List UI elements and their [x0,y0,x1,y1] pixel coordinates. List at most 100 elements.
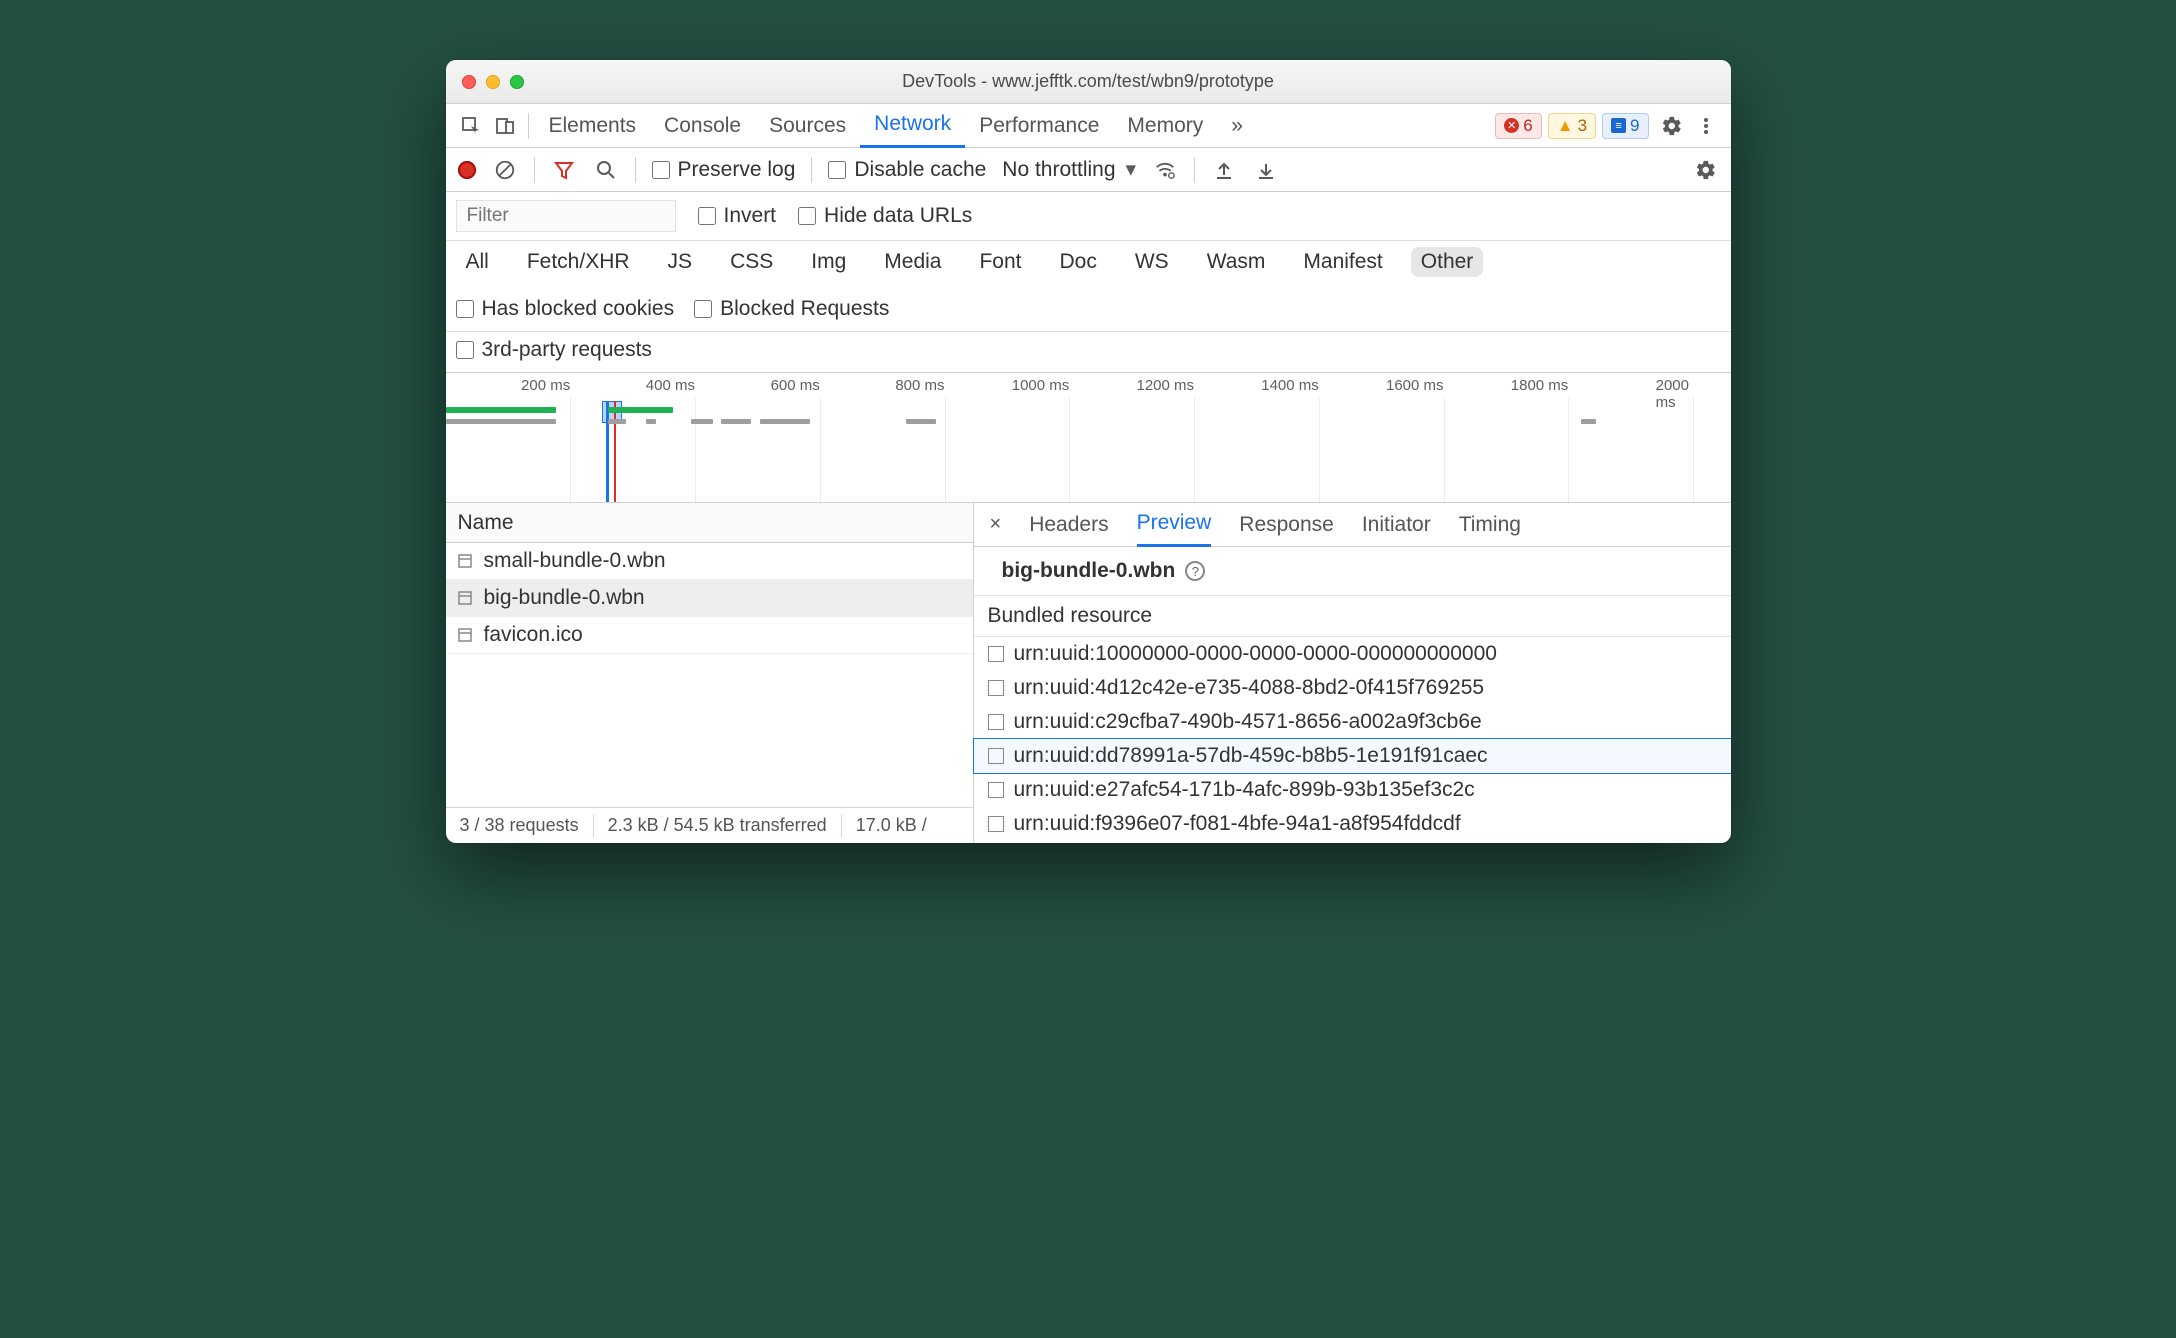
message-icon: ≡ [1611,118,1626,133]
device-toolbar-icon[interactable] [488,116,522,136]
document-icon [988,680,1004,696]
minimize-window-button[interactable] [486,75,500,89]
titlebar: DevTools - www.jefftk.com/test/wbn9/prot… [446,60,1731,104]
detail-tab-headers[interactable]: Headers [1029,503,1108,547]
document-icon [988,714,1004,730]
timeline-tick: 200 ms [521,377,570,394]
document-icon [456,552,474,570]
filter-row: Invert Hide data URLs [446,192,1731,241]
type-chip-img[interactable]: Img [801,247,856,277]
close-detail-icon[interactable]: × [984,513,1008,536]
tab-network[interactable]: Network [860,104,965,148]
warning-icon: ▲ [1557,116,1574,136]
type-chip-ws[interactable]: WS [1125,247,1179,277]
type-chip-font[interactable]: Font [969,247,1031,277]
settings-gear-icon[interactable] [1655,115,1689,137]
type-chip-other[interactable]: Other [1411,247,1484,277]
third-party-checkbox[interactable]: 3rd-party requests [456,338,1721,362]
type-chip-all[interactable]: All [456,247,499,277]
network-toolbar: Preserve log Disable cache No throttling… [446,148,1731,192]
timeline-tick: 1400 ms [1261,377,1319,394]
messages-badge[interactable]: ≡9 [1602,113,1648,139]
section-heading: Bundled resource [974,596,1731,636]
type-filter-row: All Fetch/XHR JS CSS Img Media Font Doc WS Wasm Ma… [446,241,1731,332]
name-column-header[interactable]: Name [446,503,973,543]
has-blocked-cookies-checkbox[interactable]: Has blocked cookies [456,297,675,321]
type-chip-wasm[interactable]: Wasm [1197,247,1276,277]
help-icon[interactable]: ? [1185,561,1205,581]
bundled-resource-item[interactable]: urn:uuid:4d12c42e-e735-4088-8bd2-0f415f7… [974,671,1731,705]
tab-performance[interactable]: Performance [965,104,1113,148]
network-conditions-wifi-icon[interactable] [1152,159,1178,181]
tab-more[interactable]: » [1217,104,1257,148]
status-requests: 3 / 38 requests [446,815,593,836]
filter-input[interactable] [456,200,676,232]
preview-header: big-bundle-0.wbn ? [974,547,1731,596]
document-icon [988,646,1004,662]
detail-tab-preview[interactable]: Preview [1137,503,1212,547]
upload-har-icon[interactable] [1211,160,1237,180]
chevron-down-icon: ▾ [1126,157,1137,182]
record-button[interactable] [458,161,476,179]
type-chip-media[interactable]: Media [874,247,951,277]
preserve-log-checkbox[interactable]: Preserve log [652,158,796,182]
blocked-requests-checkbox[interactable]: Blocked Requests [694,297,889,321]
detail-tab-timing[interactable]: Timing [1459,503,1521,547]
document-icon [988,748,1004,764]
kebab-menu-icon[interactable] [1689,116,1723,136]
download-har-icon[interactable] [1253,160,1279,180]
timeline-tick: 1800 ms [1511,377,1569,394]
close-window-button[interactable] [462,75,476,89]
devtools-window: DevTools - www.jefftk.com/test/wbn9/prot… [446,60,1731,843]
invert-checkbox[interactable]: Invert [698,204,777,228]
hide-data-urls-checkbox[interactable]: Hide data URLs [798,204,972,228]
request-row[interactable]: big-bundle-0.wbn [446,580,973,617]
request-row[interactable]: favicon.ico [446,617,973,654]
tab-console[interactable]: Console [650,104,755,148]
status-bar: 3 / 38 requests 2.3 kB / 54.5 kB transfe… [446,807,973,843]
detail-tab-response[interactable]: Response [1239,503,1334,547]
errors-badge[interactable]: ✕6 [1495,113,1541,139]
detail-tabs: × Headers Preview Response Initiator Timing [974,503,1731,547]
bundled-resource-list: urn:uuid:10000000-0000-0000-0000-0000000… [974,636,1731,841]
search-icon[interactable] [593,160,619,180]
clear-icon[interactable] [492,159,518,181]
detail-tab-initiator[interactable]: Initiator [1362,503,1431,547]
tab-elements[interactable]: Elements [535,104,651,148]
throttling-select[interactable]: No throttling ▾ [1002,157,1136,182]
error-icon: ✕ [1504,118,1519,133]
type-chip-js[interactable]: JS [658,247,703,277]
document-icon [456,626,474,644]
bundled-resource-item[interactable]: urn:uuid:f9396e07-f081-4bfe-94a1-a8f954f… [974,807,1731,841]
content-split: Name small-bundle-0.wbnbig-bundle-0.wbnf… [446,503,1731,843]
timeline-tick: 400 ms [646,377,695,394]
type-chip-doc[interactable]: Doc [1050,247,1107,277]
bundled-resource-item[interactable]: urn:uuid:dd78991a-57db-459c-b8b5-1e191f9… [974,739,1731,773]
panel-settings-icon[interactable] [1693,159,1719,181]
bundled-resource-item[interactable]: urn:uuid:c29cfba7-490b-4571-8656-a002a9f… [974,705,1731,739]
request-row[interactable]: small-bundle-0.wbn [446,543,973,580]
timeline-tick: 1600 ms [1386,377,1444,394]
inspect-element-icon[interactable] [454,116,488,136]
bundled-resource-item[interactable]: urn:uuid:10000000-0000-0000-0000-0000000… [974,637,1731,671]
filter-funnel-icon[interactable] [551,160,577,180]
zoom-window-button[interactable] [510,75,524,89]
timeline-tick: 1000 ms [1012,377,1070,394]
tab-sources[interactable]: Sources [755,104,860,148]
type-chip-css[interactable]: CSS [720,247,783,277]
type-chip-manifest[interactable]: Manifest [1293,247,1392,277]
document-icon [456,589,474,607]
timeline-tick: 800 ms [895,377,944,394]
timeline-tick: 600 ms [771,377,820,394]
preview-filename: big-bundle-0.wbn [1002,559,1176,583]
document-icon [988,782,1004,798]
warnings-badge[interactable]: ▲3 [1548,113,1596,139]
window-title: DevTools - www.jefftk.com/test/wbn9/prot… [446,71,1731,92]
disable-cache-checkbox[interactable]: Disable cache [828,158,986,182]
bundled-resource-item[interactable]: urn:uuid:e27afc54-171b-4afc-899b-93b135e… [974,773,1731,807]
timeline-tick: 1200 ms [1136,377,1194,394]
type-chip-fetchxhr[interactable]: Fetch/XHR [517,247,640,277]
timeline-overview[interactable]: 200 ms 400 ms 600 ms 800 ms 1000 ms 1200 ms 14… [446,373,1731,503]
tab-memory[interactable]: Memory [1113,104,1217,148]
request-list-pane: Name small-bundle-0.wbnbig-bundle-0.wbnf… [446,503,974,843]
